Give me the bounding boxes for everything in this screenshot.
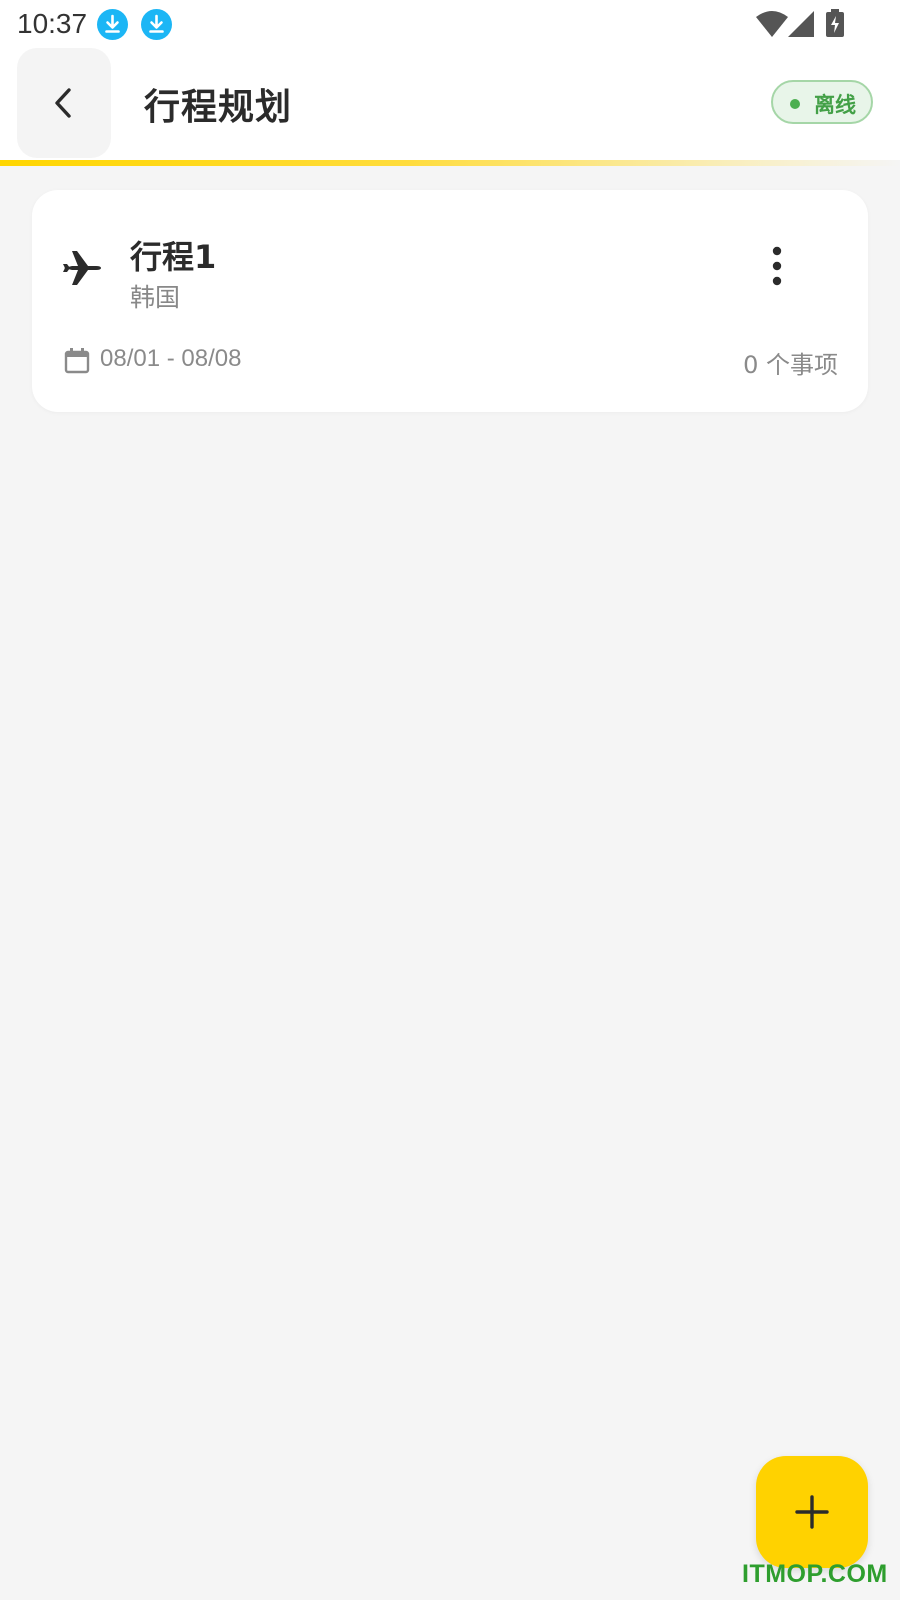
battery-charging-icon: [826, 9, 844, 37]
chevron-left-icon: [55, 88, 71, 118]
page-title: 行程规划: [144, 87, 293, 128]
watermark: ITMOP.COM: [742, 1560, 888, 1588]
trip-date-range: 08/01 - 08/08: [100, 345, 242, 372]
download-icon: [141, 9, 172, 40]
offline-status-label: 离线: [814, 93, 856, 117]
status-dot-icon: [790, 99, 800, 109]
wifi-icon: [756, 11, 788, 37]
add-trip-button[interactable]: [756, 1456, 868, 1568]
status-time: 10:37: [17, 8, 88, 39]
airplane-icon: [63, 251, 101, 285]
status-bar: 10:37: [0, 0, 900, 48]
download-icon: [97, 9, 128, 40]
trip-item-count: 0 个事项: [743, 351, 838, 379]
trip-planning-screen: 10:37 行程规划 离线 行程1 韩国 08/01 - 08/08 0 个事项…: [0, 0, 900, 1600]
plus-icon: [795, 1495, 829, 1529]
trip-destination: 韩国: [130, 283, 181, 312]
signal-icon: [788, 11, 814, 37]
header-accent-divider: [0, 160, 900, 166]
offline-status-badge: 离线: [771, 80, 873, 124]
back-button[interactable]: [17, 48, 111, 158]
calendar-icon: [64, 348, 90, 374]
app-bar: 行程规划 离线: [0, 48, 900, 160]
more-vertical-icon: [772, 246, 782, 286]
trip-name: 行程1: [130, 238, 217, 276]
trip-card[interactable]: 行程1 韩国 08/01 - 08/08 0 个事项: [32, 190, 868, 412]
